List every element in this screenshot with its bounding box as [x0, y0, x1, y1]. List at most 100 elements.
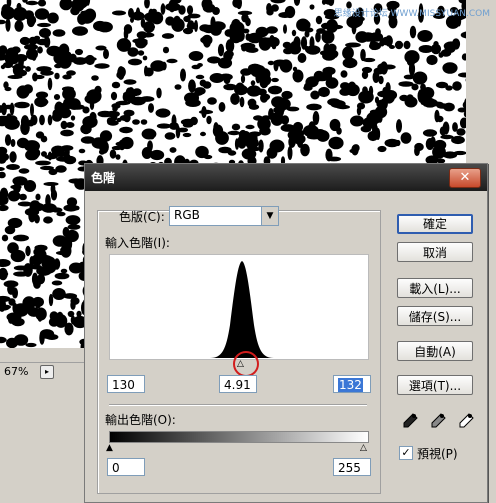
noise-blob	[103, 48, 109, 60]
noise-blob	[39, 114, 45, 126]
noise-blob	[88, 90, 96, 102]
status-menu-icon[interactable]: ▸	[40, 365, 54, 379]
white-eyedropper-icon[interactable]	[457, 412, 475, 430]
channel-select[interactable]: RGB ▼	[169, 206, 279, 226]
noise-blob	[45, 334, 59, 340]
noise-blob	[60, 102, 72, 110]
noise-blob	[200, 131, 206, 137]
noise-blob	[53, 94, 61, 100]
noise-blob	[309, 36, 315, 50]
noise-blob	[10, 139, 16, 147]
noise-blob	[48, 293, 54, 307]
noise-blob	[0, 204, 9, 212]
noise-blob	[161, 33, 175, 39]
zoom-level[interactable]: 67%	[4, 365, 28, 378]
noise-blob	[39, 331, 45, 345]
noise-blob	[40, 165, 54, 171]
noise-blob	[35, 193, 41, 201]
noise-blob	[328, 136, 344, 150]
load-button[interactable]: 載入(L)...	[397, 278, 473, 298]
noise-blob	[30, 103, 34, 117]
cancel-button[interactable]: 取消	[397, 242, 473, 262]
noise-blob	[111, 145, 123, 151]
noise-blob	[147, 140, 153, 152]
noise-blob	[117, 66, 125, 80]
noise-blob	[14, 101, 30, 109]
noise-blob	[30, 114, 38, 126]
noise-blob	[363, 116, 379, 126]
noise-blob	[60, 268, 68, 274]
noise-blob	[67, 310, 75, 318]
noise-blob	[13, 265, 29, 271]
options-button[interactable]: 選項(T)...	[397, 375, 473, 395]
noise-blob	[78, 148, 86, 154]
chevron-down-icon[interactable]: ▼	[261, 207, 278, 225]
noise-blob	[452, 81, 462, 91]
noise-blob	[35, 91, 49, 99]
noise-blob	[4, 225, 16, 235]
noise-blob	[403, 40, 411, 50]
noise-blob	[140, 18, 146, 28]
output-white-field[interactable]: 255	[333, 458, 371, 476]
noise-blob	[4, 86, 12, 92]
noise-blob	[67, 224, 81, 230]
output-white-handle[interactable]: △	[360, 444, 367, 453]
input-white-field[interactable]: 132	[333, 375, 371, 393]
noise-blob	[16, 85, 30, 99]
output-black-field[interactable]: 0	[107, 458, 145, 476]
noise-blob	[132, 119, 140, 125]
noise-blob	[217, 43, 225, 57]
noise-blob	[120, 136, 134, 150]
noise-blob	[408, 62, 416, 76]
noise-blob	[29, 298, 37, 308]
auto-button[interactable]: 自動(A)	[397, 341, 473, 361]
noise-blob	[109, 149, 117, 159]
noise-blob	[0, 267, 8, 281]
noise-blob	[306, 103, 322, 111]
eyedropper-group	[401, 412, 479, 430]
noise-blob	[417, 30, 433, 42]
noise-blob	[280, 124, 296, 132]
noise-blob	[262, 29, 270, 35]
noise-blob	[12, 287, 18, 299]
close-button[interactable]: ✕	[449, 168, 481, 188]
noise-blob	[245, 124, 255, 130]
noise-blob	[62, 87, 76, 101]
noise-blob	[0, 19, 6, 25]
noise-blob	[9, 151, 17, 163]
noise-blob	[41, 259, 53, 269]
noise-blob	[156, 87, 162, 99]
noise-blob	[260, 93, 268, 103]
separator	[109, 404, 367, 406]
noise-blob	[0, 171, 6, 179]
noise-blob	[19, 193, 27, 201]
noise-blob	[281, 90, 293, 100]
save-button[interactable]: 儲存(S)...	[397, 306, 473, 326]
noise-blob	[434, 109, 440, 123]
ok-button[interactable]: 確定	[397, 214, 473, 234]
input-gamma-field[interactable]: 4.91	[219, 375, 257, 393]
gray-eyedropper-icon[interactable]	[429, 412, 447, 430]
noise-blob	[47, 12, 59, 24]
noise-blob	[367, 130, 379, 142]
noise-blob	[34, 8, 50, 20]
noise-blob	[149, 149, 165, 161]
output-black-handle[interactable]: ▲	[106, 444, 113, 453]
noise-blob	[37, 0, 47, 7]
noise-blob	[207, 56, 221, 64]
noise-blob	[29, 202, 45, 212]
noise-blob	[422, 129, 438, 137]
noise-blob	[202, 24, 216, 34]
noise-blob	[245, 47, 259, 53]
noise-blob	[62, 293, 78, 299]
noise-blob	[37, 314, 43, 322]
noise-blob	[342, 57, 358, 69]
noise-blob	[291, 29, 297, 37]
noise-blob	[412, 71, 428, 85]
black-eyedropper-icon[interactable]	[401, 412, 419, 430]
dialog-titlebar[interactable]: 色階 ✕	[85, 164, 487, 191]
noise-blob	[8, 298, 16, 306]
preview-checkbox[interactable]: ✓	[399, 446, 413, 460]
noise-blob	[110, 91, 118, 101]
input-black-field[interactable]: 130	[107, 375, 145, 393]
